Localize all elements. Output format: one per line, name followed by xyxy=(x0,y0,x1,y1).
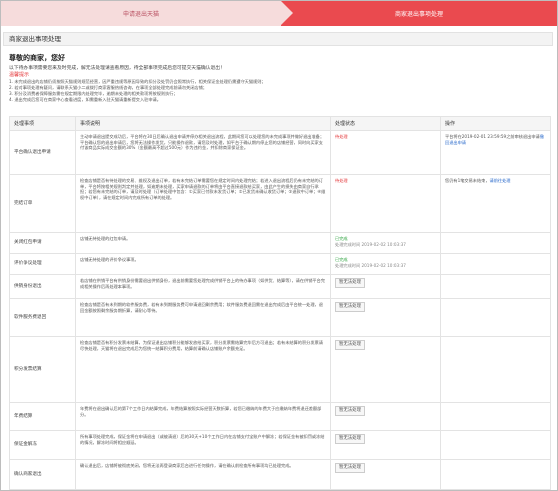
status-text: 待处理 xyxy=(335,134,348,139)
table-row: 供销身份退出 若店铺在供销平台有供销身份需要退出供销身份，退出前需要您处理完成供销… xyxy=(9,274,551,299)
col-header-op: 操作 xyxy=(440,116,551,131)
item-name: 确认商家退出 xyxy=(9,459,76,490)
col-header-item: 处理事项 xyxy=(9,116,76,131)
item-status-cell: 暂无法处理 xyxy=(330,274,441,299)
item-name: 评价争议处理 xyxy=(9,253,76,275)
status-button[interactable]: 暂无法处理 xyxy=(335,434,365,444)
item-name: 供销身份退出 xyxy=(9,274,76,299)
operation-text: 您仍有1笔交易未结束， xyxy=(445,178,490,183)
table-row: 关闭红包申请 店铺无待处理的红包申请。 已完成 处理完成时间 2019-02-02 1… xyxy=(9,232,551,254)
table-row: 年费结算 年费将在退出确认后的第7个工作日内结算完成，年费结算按照实际经营天数折算… xyxy=(9,402,551,431)
item-operation-cell xyxy=(440,274,551,299)
item-description: 主动申请退出提交成功后，平台将在30日后确认退出申请并停办相关退出流程，此期间您… xyxy=(75,130,331,175)
table-row: 平台确认退出申请 主动申请退出提交成功后，平台将在30日后确认退出申请并停办相关退… xyxy=(9,130,551,175)
item-description: 确认退出后，店铺将被彻底关闭，您将无法再登录商家后台进行任何操作，请在确认前检查… xyxy=(75,459,331,490)
status-text: 已完成 xyxy=(335,257,348,262)
item-status-cell: 暂无法处理 xyxy=(330,402,441,431)
item-operation-cell xyxy=(440,430,551,460)
item-operation-cell xyxy=(440,459,551,490)
item-name: 积分发票结算 xyxy=(9,336,76,403)
item-description: 年费将在退出确认后的第7个工作日内结算完成，年费结算按照实际经营天数折算，若您已… xyxy=(75,402,331,431)
step-apply-exit: 申请退出天猫 xyxy=(1,1,293,26)
status-text: 待处理 xyxy=(335,178,348,183)
intro-text: 以下待办事项需要您来及时完成，解无法处理请查看原因，待全部事项完成后您可提交天猫… xyxy=(9,66,225,71)
status-timestamp: 处理完成时间 2019-02-02 10:03:37 xyxy=(335,262,406,268)
table-row: 确认商家退出 确认退出后，店铺将被彻底关闭，您将无法再登录商家后台进行任何操作，请… xyxy=(9,459,551,490)
table-row: 评价争议处理 店铺无待处理的评价争议事项。 已完成 处理完成时间 2019-02-02… xyxy=(9,253,551,275)
item-status-cell: 已完成 处理完成时间 2019-02-02 10:03:37 xyxy=(330,232,441,254)
progress-steps: 申请退出天猫 商家退出事项处理 xyxy=(1,1,557,26)
item-status-cell: 暂无法处理 xyxy=(330,336,441,403)
item-name: 完结订单 xyxy=(9,174,76,233)
item-operation-cell: 您仍有1笔交易未结束，请前往处理 xyxy=(440,174,551,233)
table-header-row: 处理事项 事项说明 处理状态 操作 xyxy=(9,116,551,131)
item-status-cell: 待处理 xyxy=(330,130,441,175)
table-row: 保证金解冻 所有事项处理完成，保证金将在申请退出（或被清退）后的30天+10个工作… xyxy=(9,430,551,460)
item-description: 店铺无待处理的评价争议事项。 xyxy=(75,253,331,275)
item-description: 店铺无待处理的红包申请。 xyxy=(75,232,331,254)
item-status-cell: 已完成 处理完成时间 2019-02-02 10:03:37 xyxy=(330,253,441,275)
notice-title: 温馨提示 xyxy=(9,72,30,78)
notice-box: 温馨提示 1. 未完成退出的店铺仍须按照天猫规则规范经营，因严重违规等原因导致的… xyxy=(9,71,549,103)
item-name: 关闭红包申请 xyxy=(9,232,76,254)
item-name: 年费结算 xyxy=(9,402,76,431)
item-description: 检查店铺是否有待处理的交易、维权及退出订单，若有未完结订单需要您在规定时间内处理… xyxy=(75,174,331,233)
item-operation-cell xyxy=(440,336,551,403)
item-status-cell: 暂无法处理 xyxy=(330,459,441,490)
item-description: 检查店铺是否有积分发票未结算，为保证退出店铺积分能够发放给买家，积分发票需结算完… xyxy=(75,336,331,403)
item-operation-cell xyxy=(440,232,551,254)
col-header-desc: 事项说明 xyxy=(75,116,331,131)
step-handle-items: 商家退出事项处理 xyxy=(281,1,557,26)
item-status-cell: 待处理 xyxy=(330,174,441,233)
item-operation-cell: 平台将在2019-02-01 23:59:59之前审核退出申请撤回退出申请 xyxy=(440,130,551,175)
item-operation-cell xyxy=(440,402,551,431)
table-body: 平台确认退出申请 主动申请退出提交成功后，平台将在30日后确认退出申请并停办相关退… xyxy=(9,130,551,490)
item-operation-cell xyxy=(440,253,551,275)
exit-items-table: 处理事项 事项说明 处理状态 操作 平台确认退出申请 主动申请退出提交成功后，平台… xyxy=(9,116,551,490)
item-operation-cell xyxy=(440,298,551,337)
item-description: 若店铺在供销平台有供销身份需要退出供销身份，退出前需要您处理完成供销平台上的待办… xyxy=(75,274,331,299)
status-text: 已完成 xyxy=(335,236,348,241)
status-button[interactable]: 暂无法处理 xyxy=(335,302,365,312)
item-name: 平台确认退出申请 xyxy=(9,130,76,175)
notice-item: 4. 退出完成后您可在商家中心查看进度，如需重新入驻天猫请重新提交入驻申请。 xyxy=(9,97,161,102)
status-timestamp: 处理完成时间 2019-02-02 10:03:37 xyxy=(335,241,406,247)
table-row: 完结订单 检查店铺是否有待处理的交易、维权及退出订单，若有未完结订单需要您在规定时… xyxy=(9,174,551,233)
status-button[interactable]: 暂无法处理 xyxy=(335,463,365,473)
greeting: 尊敬的商家，您好 xyxy=(9,54,65,62)
status-button[interactable]: 暂无法处理 xyxy=(335,406,365,416)
item-name: 保证金解冻 xyxy=(9,430,76,460)
operation-text: 平台将在2019-02-01 23:59:59之前审核退出申请 xyxy=(445,134,540,139)
operation-link[interactable]: 请前往处理 xyxy=(490,178,511,183)
item-description: 所有事项处理完成，保证金将在申请退出（或被清退）后的30天+10个工作日内在店铺… xyxy=(75,430,331,460)
item-status-cell: 暂无法处理 xyxy=(330,298,441,337)
table-row: 软件服务费退回 检查店铺是否有未到期的软件服务费，若有未到期服务费可申请退回剩余费… xyxy=(9,298,551,337)
status-button[interactable]: 暂无法处理 xyxy=(335,340,365,350)
status-button[interactable]: 暂无法处理 xyxy=(335,278,365,288)
table-row: 积分发票结算 检查店铺是否有积分发票未结算，为保证退出店铺积分能够发放给买家，积分… xyxy=(9,336,551,403)
item-description: 检查店铺是否有未到期的软件服务费，若有未到期服务费可申请退回剩余费用；软件服务费… xyxy=(75,298,331,337)
section-title: 商家退出事项处理 xyxy=(3,32,553,46)
col-header-status: 处理状态 xyxy=(330,116,441,131)
item-name: 软件服务费退回 xyxy=(9,298,76,337)
item-status-cell: 暂无法处理 xyxy=(330,430,441,460)
